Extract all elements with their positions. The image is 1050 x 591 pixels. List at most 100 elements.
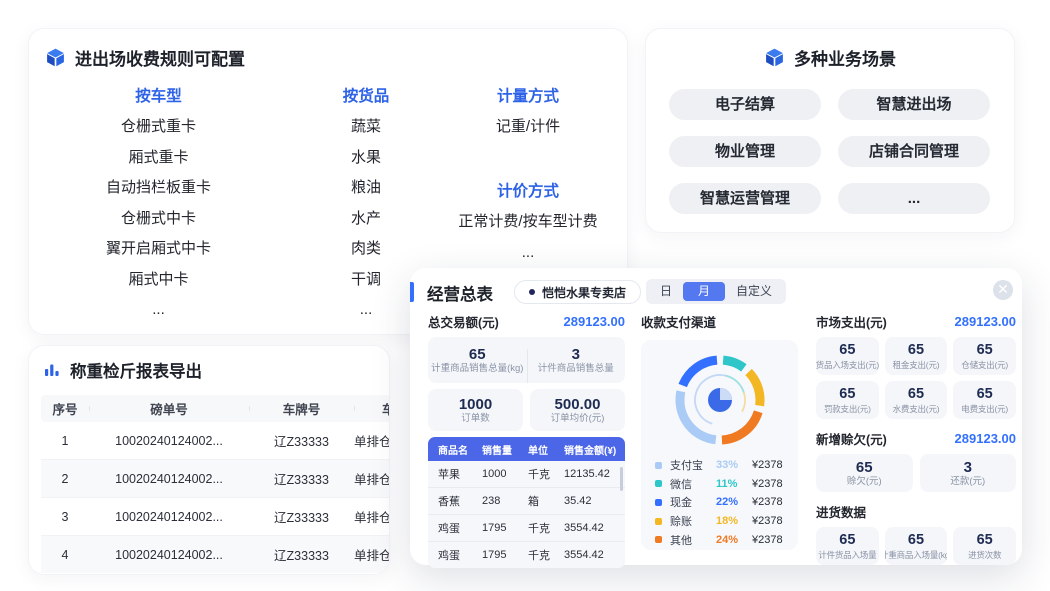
scenario-button-shop-contract[interactable]: 店铺合同管理 [838,136,990,167]
table-row: 3 10020240124002... 辽Z33333 单排仓栅 [41,497,390,535]
stat-label: 水费支出(元) [893,403,940,415]
fee-column-header: 按车型 [51,87,266,107]
cell-plate: 辽Z33333 [249,431,354,450]
legend-row: 微信 11% ¥2378 [655,475,788,494]
stat-value: 65 [428,346,527,363]
business-summary-panel: 经营总表 恺恺水果专卖店 日 月 自定义 ✕ 总交易额(元) 289123.00… [410,268,1022,565]
cell-index: 4 [41,548,89,562]
col-header-qty: 销售量 [482,442,528,457]
stat-value: 65 [839,386,855,403]
stat-order-avg: 500.00 订单均价(元) [530,389,625,431]
store-dot-icon [529,289,535,295]
legend-bullet [655,518,662,525]
legend-bullet [655,499,662,506]
summary-left-column: 总交易额(元) 289123.00 65 计重商品销售总量(kg) 3 计件商品… [428,306,625,568]
table-row: 1 10020240124002... 辽Z33333 单排仓栅 [41,422,390,459]
stat-value: 65 [977,532,993,549]
stat-value: 3 [527,346,626,363]
cell-unit: 千克 [528,520,564,536]
fee-rules-title: 进出场收费规则可配置 [29,29,627,70]
legend-pct: 18% [716,515,752,527]
scenarios-title: 多种业务场景 [646,29,1014,70]
fee-item: 水产 [291,209,441,229]
close-icon[interactable]: ✕ [993,280,1013,300]
legend-amount: ¥2378 [752,534,783,546]
stat-value: 65 [839,342,855,359]
scenario-button-esettlement[interactable]: 电子结算 [669,89,821,120]
purchase-data-row: 进货数据 [816,502,1016,521]
stat-value: 65 [856,459,873,476]
stat-water-expense: 65 水费支出(元) [885,381,948,419]
payment-legend: 支付宝 33% ¥2378 微信 11% ¥2378 现金 22% ¥2378 [655,456,788,549]
summary-title: 经营总表 [427,281,493,305]
legend-row: 其他 24% ¥2378 [655,530,788,549]
title-accent-bar [410,282,414,302]
cell-product: 鸡蛋 [438,547,482,563]
stat-label: 进货次数 [968,549,1001,561]
cell-plate: 辽Z33333 [249,507,354,526]
donut-center-pie [708,388,732,412]
product-sales-table: 商品名 销售量 单位 销售金额(¥) 苹果 1000 千克 12135.42 香… [428,437,625,568]
cell-qty: 1795 [482,549,528,561]
weigh-table-body: 1 10020240124002... 辽Z33333 单排仓栅 2 10020… [41,422,390,573]
tab-day[interactable]: 日 [649,282,683,301]
stat-weighed-entry: 65 计重商品入场量(kg) [885,527,948,565]
scenario-button-property[interactable]: 物业管理 [669,136,821,167]
fee-item-ellipsis: ... [51,300,266,320]
legend-row: 现金 22% ¥2378 [655,493,788,512]
cell-vehicle: 单排仓栅 [354,507,390,526]
total-transaction-row: 总交易额(元) 289123.00 [428,312,625,331]
stat-label: 计件商品销售总量 [527,363,626,375]
scenario-button-smart-ops[interactable]: 智慧运营管理 [669,183,821,214]
table-row: 鸡蛋 1795 千克 3554.42 [428,541,625,568]
legend-amount: ¥2378 [752,478,783,490]
cell-amount: 3554.42 [564,549,617,561]
scrollbar-thumb[interactable] [620,467,623,491]
cell-unit: 千克 [528,466,564,482]
credit-label: 新增赊欠(元) [816,429,887,448]
total-transaction-label: 总交易额(元) [428,312,499,331]
cell-unit: 千克 [528,547,564,563]
stat-goods-entry-expense: 65 货品入场支出(元) [816,337,879,375]
scenario-button-smart-gate[interactable]: 智慧进出场 [838,89,990,120]
cell-ticket: 10020240124002... [89,434,249,448]
credit-row: 新增赊欠(元) 289123.00 [816,429,1016,448]
tab-month[interactable]: 月 [683,282,725,301]
payment-donut-chart: 支付宝 33% ¥2378 微信 11% ¥2378 现金 22% ¥2378 [641,340,798,550]
cell-amount: 12135.42 [564,468,617,480]
cell-qty: 238 [482,495,528,507]
fee-item: 记重/计件 [433,117,623,137]
weigh-table: 序号 磅单号 车牌号 车型 1 10020240124002... 辽Z3333… [41,395,390,573]
weigh-report-title-text: 称重检斤报表导出 [70,358,202,382]
fee-item: 翼开启厢式中卡 [51,239,266,259]
fee-rules-title-text: 进出场收费规则可配置 [75,45,245,70]
stat-value: 65 [977,342,993,359]
fee-item: 水果 [291,148,441,168]
legend-name: 其他 [670,532,716,548]
cell-unit: 箱 [528,493,564,509]
stat-value: 65 [839,532,855,549]
stat-label: 订单数 [461,413,490,425]
legend-amount: ¥2378 [752,496,783,508]
stat-label: 租金支出(元) [893,359,940,371]
tab-custom[interactable]: 自定义 [725,282,783,301]
stat-fine-expense: 65 罚款支出(元) [816,381,879,419]
legend-name: 支付宝 [670,457,716,473]
stat-counted-entry: 65 计件货品入场量 [816,527,879,565]
stat-purchase-count: 65 进货次数 [953,527,1016,565]
store-selector[interactable]: 恺恺水果专卖店 [514,280,641,304]
col-header-index: 序号 [41,399,89,418]
cell-plate: 辽Z33333 [249,469,354,488]
summary-right-column: 市场支出(元) 289123.00 65 货品入场支出(元) 65 租金支出(元… [816,306,1016,565]
cell-ticket: 10020240124002... [89,548,249,562]
market-expense-label: 市场支出(元) [816,312,887,331]
fee-item: 自动挡栏板重卡 [51,178,266,198]
stat-value: 65 [977,386,993,403]
stat-value: 3 [964,459,972,476]
fee-section-header: 计量方式 [433,87,623,107]
scenarios-title-text: 多种业务场景 [794,45,896,70]
legend-pct: 22% [716,496,752,508]
scenario-button-more[interactable]: ... [838,183,990,214]
product-table-body: 苹果 1000 千克 12135.42 香蕉 238 箱 35.42 鸡蛋 17… [428,461,625,568]
fee-column-header: 按货品 [291,87,441,107]
